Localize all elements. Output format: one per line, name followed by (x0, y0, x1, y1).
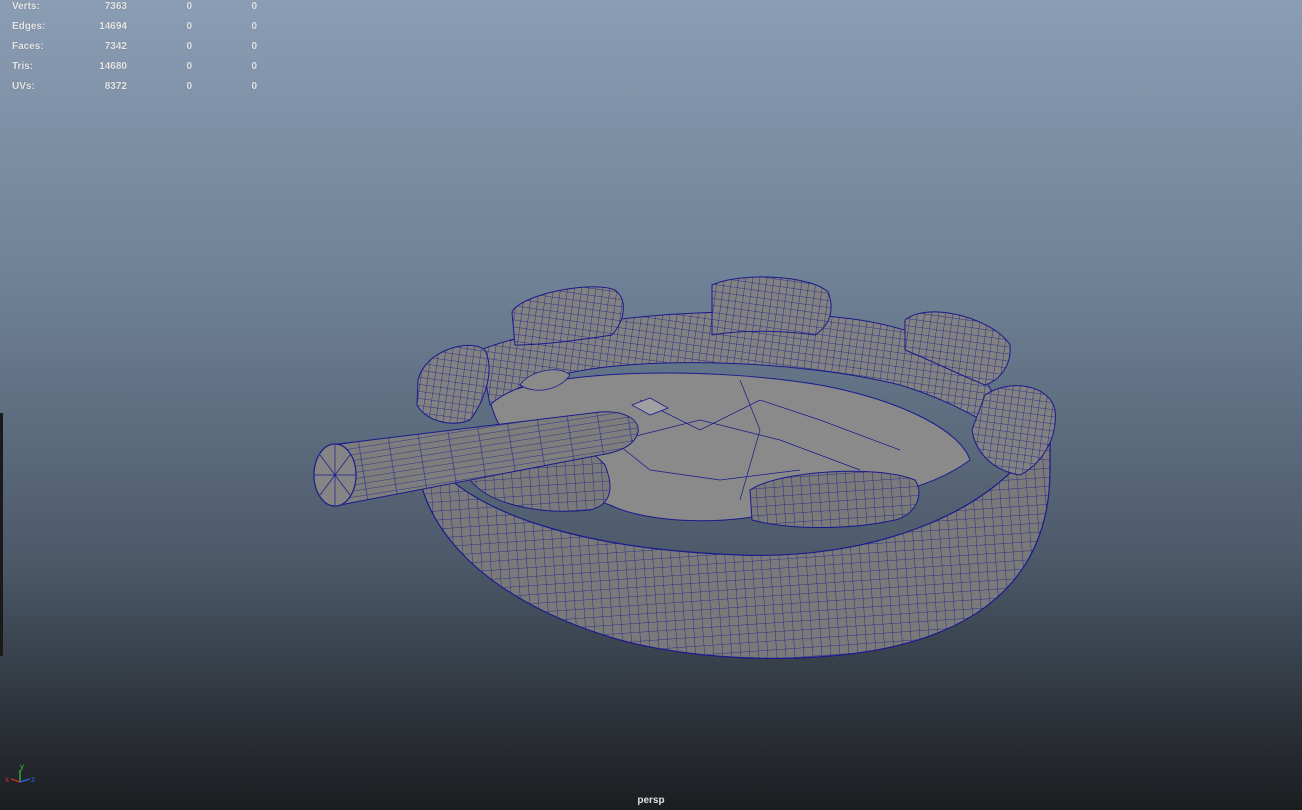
rim-bump-back-left (511, 286, 624, 346)
axis-label-z: z (31, 775, 35, 784)
axis-gizmo-icon: y x z (5, 762, 35, 784)
rim-bump-left (416, 345, 490, 424)
rim-bump-front-right (749, 470, 920, 528)
ashtray-mesh[interactable] (0, 0, 1302, 810)
maya-viewport[interactable]: Verts: 7363 0 0 Edges: 14694 0 0 Faces: … (0, 0, 1302, 810)
camera-name-label: persp (637, 795, 665, 806)
axis-label-y: y (20, 762, 24, 771)
rim-bump-back-center (711, 276, 832, 336)
axis-label-x: x (5, 775, 9, 784)
